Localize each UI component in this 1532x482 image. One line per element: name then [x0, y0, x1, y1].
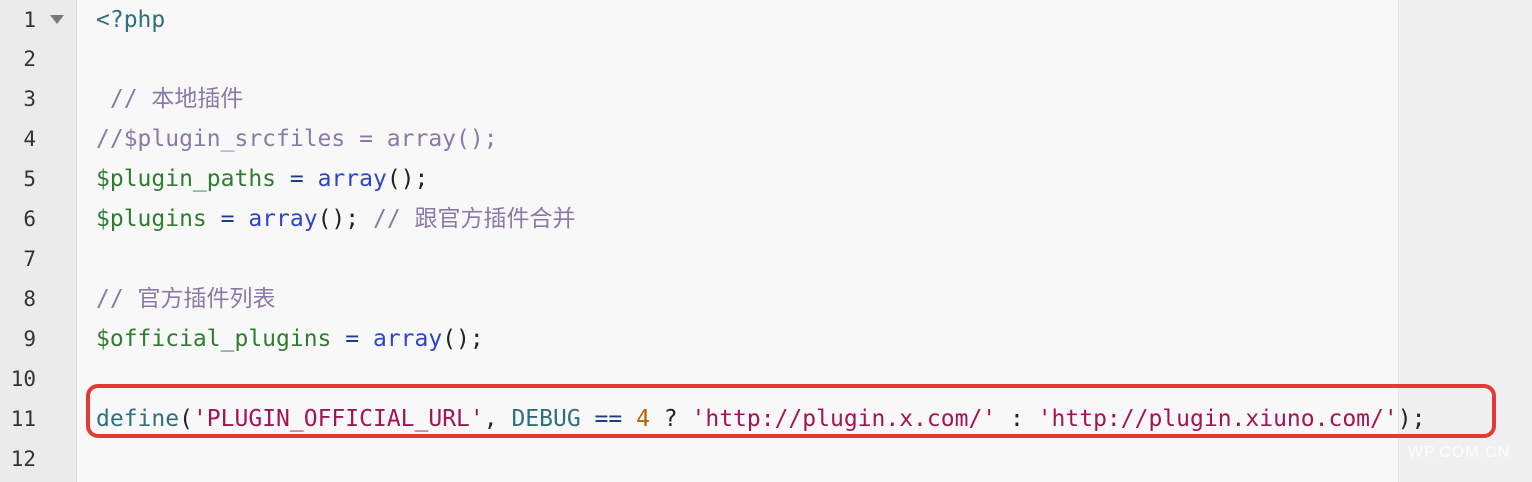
code-content: // 本地插件: [96, 79, 244, 119]
code-token: ();: [317, 206, 373, 232]
code-line[interactable]: 2: [0, 39, 1398, 79]
code-line[interactable]: 12: [0, 439, 1398, 479]
code-line[interactable]: 1 <?php: [0, 0, 1398, 40]
code-line[interactable]: 4 //$plugin_srcfiles = array();: [0, 119, 1398, 159]
code-token: ();: [386, 166, 429, 192]
code-token: //$plugin_srcfiles = array();: [96, 126, 498, 152]
line-number: 6: [23, 207, 36, 231]
line-number: 7: [23, 247, 36, 271]
code-token: $plugins: [96, 206, 207, 232]
line-number: 5: [23, 167, 36, 191]
code-token: =: [331, 326, 373, 352]
code-line[interactable]: 3 // 本地插件: [0, 79, 1398, 119]
code-content: $plugins = array(); // 跟官方插件合并: [96, 199, 576, 239]
line-number: 8: [23, 287, 36, 311]
line-number: 11: [10, 407, 36, 431]
code-content: //$plugin_srcfiles = array();: [96, 119, 498, 159]
code-token: array: [248, 206, 318, 232]
code-token: =: [206, 206, 249, 232]
code-token: ();: [442, 326, 484, 352]
code-line[interactable]: 5 $plugin_paths = array();: [0, 159, 1398, 199]
code-line[interactable]: 9 $official_plugins = array();: [0, 319, 1398, 359]
code-content: <?php: [96, 0, 165, 40]
code-token: $plugin_paths: [96, 166, 277, 192]
code-token: array: [317, 166, 387, 192]
code-content: $official_plugins = array();: [96, 319, 484, 359]
line-number: 2: [23, 47, 36, 71]
code-token: // 本地插件: [96, 86, 244, 112]
fold-chevron-icon[interactable]: [50, 15, 64, 24]
code-token: // 官方插件列表: [96, 286, 276, 312]
code-token: $official_plugins: [96, 326, 332, 352]
code-token: array: [372, 326, 443, 352]
code-line[interactable]: 6 $plugins = array(); // 跟官方插件合并: [0, 199, 1398, 239]
highlight-annotation-box: [86, 384, 1496, 438]
line-number: 12: [10, 447, 36, 471]
code-content: // 官方插件列表: [96, 279, 276, 319]
code-token: =: [276, 166, 318, 192]
line-number: 9: [23, 327, 36, 351]
code-editor[interactable]: 1 <?php 2 3 // 本地插件 4 //$plugin_srcfiles = ar…: [0, 0, 1532, 482]
line-number: 3: [23, 87, 36, 111]
line-number: 4: [23, 127, 36, 151]
line-number: 1: [23, 8, 36, 32]
watermark: WP.COM.CN: [1408, 444, 1511, 461]
line-number: 10: [10, 367, 36, 391]
code-line[interactable]: 7: [0, 239, 1398, 279]
code-token: // 跟官方插件合并: [372, 206, 576, 232]
code-line[interactable]: 8 // 官方插件列表: [0, 279, 1398, 319]
code-token: <?php: [96, 7, 166, 33]
code-content: $plugin_paths = array();: [96, 159, 428, 199]
